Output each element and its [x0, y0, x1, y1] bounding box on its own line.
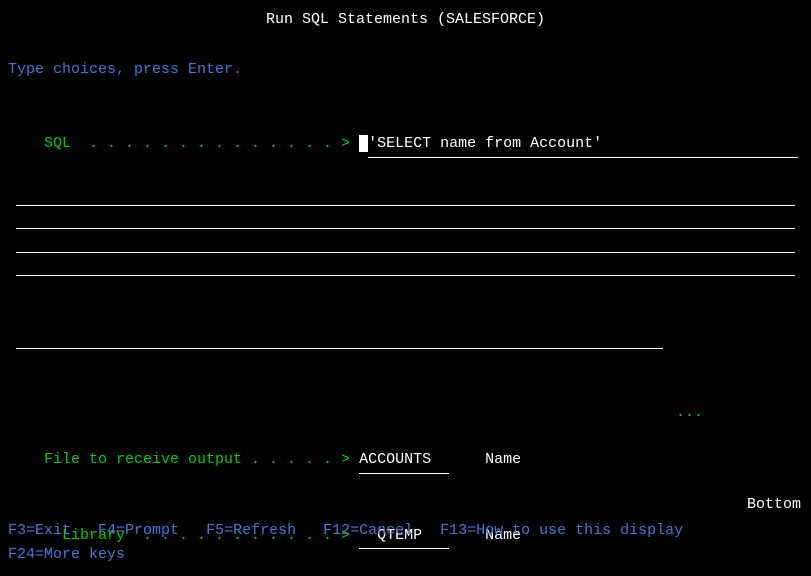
- sql-continuation-3[interactable]: [16, 229, 795, 253]
- bottom-indicator: Bottom: [747, 493, 801, 518]
- function-keys: F3=Exit F4=Prompt F5=Refresh F12=Cancel …: [8, 519, 803, 569]
- sql-continuation-2[interactable]: [16, 206, 795, 230]
- fkey-f13[interactable]: F13=How to use this display: [440, 519, 683, 544]
- text-cursor: [359, 135, 368, 152]
- sql-continuation-1[interactable]: [16, 182, 795, 206]
- more-indicator: ...: [667, 401, 703, 426]
- sql-continuation-5[interactable]: [16, 326, 663, 350]
- file-input[interactable]: ACCOUNTS: [359, 448, 449, 474]
- sql-input[interactable]: 'SELECT name from Account': [368, 132, 798, 158]
- file-hint: Name: [485, 451, 521, 468]
- screen-title: Run SQL Statements (SALESFORCE): [8, 8, 803, 33]
- sql-continuation-4[interactable]: [16, 253, 795, 277]
- fkey-f5[interactable]: F5=Refresh: [206, 519, 296, 544]
- fkey-f12[interactable]: F12=Cancel: [323, 519, 413, 544]
- sql-label: SQL . . . . . . . . . . . . . . >: [44, 135, 350, 152]
- fkey-f4[interactable]: F4=Prompt: [98, 519, 179, 544]
- file-label: File to receive output . . . . . >: [44, 451, 350, 468]
- fkey-f3[interactable]: F3=Exit: [8, 519, 71, 544]
- instruction-text: Type choices, press Enter.: [8, 58, 803, 83]
- fkey-f24[interactable]: F24=More keys: [8, 543, 125, 568]
